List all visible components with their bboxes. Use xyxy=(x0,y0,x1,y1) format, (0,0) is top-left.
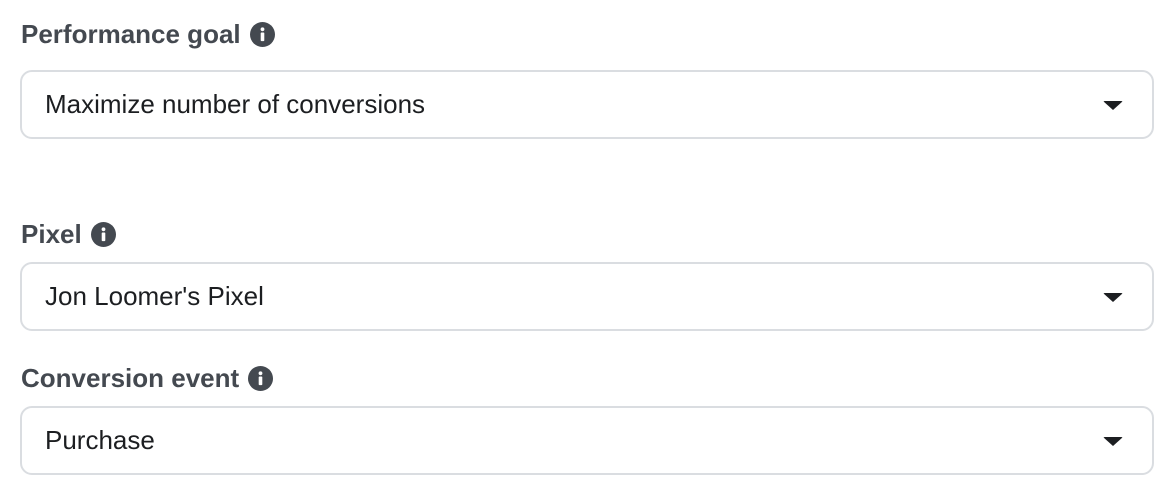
conversion-event-label-text: Conversion event xyxy=(21,362,240,393)
pixel-label: Pixel xyxy=(21,217,116,251)
chevron-down-icon xyxy=(1103,101,1123,110)
info-icon[interactable] xyxy=(90,221,116,247)
pixel-select[interactable]: Jon Loomer's Pixel xyxy=(20,262,1154,331)
conversion-event-value: Purchase xyxy=(45,425,155,455)
performance-goal-value: Maximize number of conversions xyxy=(45,89,426,119)
performance-goal-select[interactable]: Maximize number of conversions xyxy=(20,70,1154,139)
info-icon[interactable] xyxy=(248,365,274,391)
pixel-label-text: Pixel xyxy=(21,218,82,249)
chevron-down-icon xyxy=(1103,293,1123,302)
conversion-event-label: Conversion event xyxy=(21,361,274,395)
chevron-down-icon xyxy=(1103,437,1123,446)
info-icon[interactable] xyxy=(249,21,275,47)
performance-goal-label-text: Performance goal xyxy=(21,18,241,49)
conversion-event-select[interactable]: Purchase xyxy=(20,406,1154,475)
pixel-value: Jon Loomer's Pixel xyxy=(45,281,264,311)
performance-goal-label: Performance goal xyxy=(21,17,275,51)
